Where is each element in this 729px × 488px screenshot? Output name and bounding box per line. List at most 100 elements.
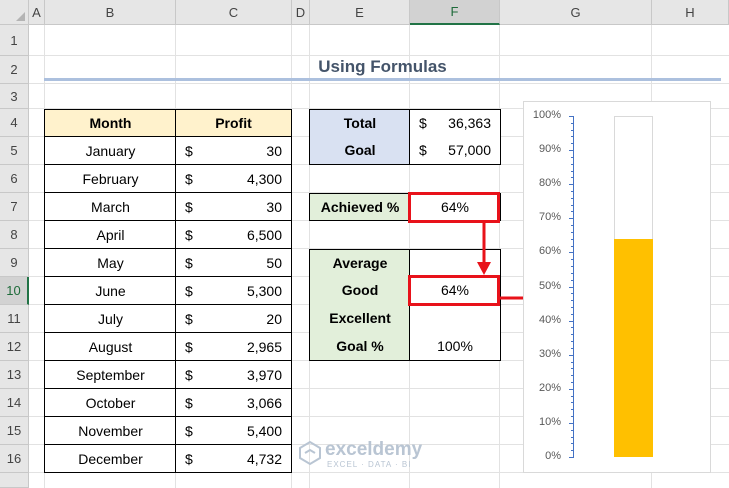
month-header[interactable]: Month bbox=[44, 109, 176, 137]
achieved-label[interactable]: Achieved % bbox=[309, 193, 410, 221]
chart-y-minor-tick bbox=[571, 375, 574, 377]
chart-y-minor-tick bbox=[571, 381, 574, 383]
chart-y-tick bbox=[569, 116, 574, 117]
column-header-c[interactable]: C bbox=[176, 0, 292, 25]
achieved-highlight-box bbox=[408, 192, 500, 223]
profit-cell[interactable]: $4,732 bbox=[175, 444, 292, 473]
month-cell[interactable]: February bbox=[44, 164, 176, 193]
chart-y-minor-tick bbox=[571, 191, 574, 193]
column-header-d[interactable]: D bbox=[292, 0, 310, 25]
column-header-f[interactable]: F bbox=[410, 0, 500, 25]
row-header-1[interactable]: 1 bbox=[0, 25, 29, 56]
sheet-title: Using Formulas bbox=[318, 57, 447, 76]
column-header-e[interactable]: E bbox=[310, 0, 410, 25]
row-header-9[interactable]: 9 bbox=[0, 249, 29, 277]
row-header-16[interactable]: 16 bbox=[0, 445, 29, 473]
excellent-label[interactable]: Excellent bbox=[309, 304, 410, 333]
chart-y-minor-tick bbox=[571, 368, 574, 370]
profit-header[interactable]: Profit bbox=[175, 109, 292, 137]
profit-value: 4,732 bbox=[246, 450, 282, 467]
row-header-4[interactable]: 4 bbox=[0, 109, 29, 137]
goal-label[interactable]: Goal bbox=[309, 136, 410, 165]
row-header-7[interactable]: 7 bbox=[0, 193, 29, 221]
month-cell[interactable]: July bbox=[44, 304, 176, 333]
row-header-10[interactable]: 10 bbox=[0, 277, 29, 305]
chart-y-minor-tick bbox=[571, 136, 574, 138]
chart-y-tick-label: 90% bbox=[538, 143, 561, 156]
profit-currency: $ bbox=[185, 366, 193, 383]
goal-percent-label[interactable]: Goal % bbox=[309, 332, 410, 361]
chart-y-tick-label: 30% bbox=[538, 347, 561, 360]
goal-value-cell[interactable]: $ 57,000 bbox=[409, 136, 501, 165]
profit-cell[interactable]: $5,300 bbox=[175, 276, 292, 305]
chart-y-tick-label: 70% bbox=[538, 211, 561, 224]
row-header-6[interactable]: 6 bbox=[0, 165, 29, 193]
month-cell[interactable]: August bbox=[44, 332, 176, 361]
column-header-g[interactable]: G bbox=[500, 0, 652, 25]
average-label[interactable]: Average bbox=[309, 249, 410, 277]
column-header-h[interactable]: H bbox=[652, 0, 729, 25]
good-label[interactable]: Good bbox=[309, 276, 410, 305]
profit-cell[interactable]: $30 bbox=[175, 136, 292, 165]
profit-cell[interactable]: $6,500 bbox=[175, 220, 292, 249]
profit-currency: $ bbox=[185, 142, 193, 159]
chart-y-tick-label: 100% bbox=[532, 109, 561, 121]
chart-y-minor-tick bbox=[571, 313, 574, 315]
month-cell[interactable]: May bbox=[44, 248, 176, 277]
total-label[interactable]: Total bbox=[309, 109, 410, 137]
profit-value: 20 bbox=[266, 310, 282, 327]
select-all-corner[interactable] bbox=[0, 0, 29, 25]
column-header-b[interactable]: B bbox=[45, 0, 176, 25]
month-cell[interactable]: November bbox=[44, 416, 176, 445]
profit-cell[interactable]: $2,965 bbox=[175, 332, 292, 361]
chart-y-minor-tick bbox=[571, 300, 574, 302]
profit-cell[interactable]: $3,066 bbox=[175, 388, 292, 417]
row-header-8[interactable]: 8 bbox=[0, 221, 29, 249]
profit-cell[interactable]: $3,970 bbox=[175, 360, 292, 389]
watermark-brand: exceldemy bbox=[325, 439, 423, 460]
excellent-value[interactable] bbox=[409, 304, 501, 333]
chart-y-minor-tick bbox=[571, 122, 574, 124]
month-cell[interactable]: January bbox=[44, 136, 176, 165]
column-header-a[interactable]: A bbox=[29, 0, 45, 25]
month-cell[interactable]: September bbox=[44, 360, 176, 389]
row-header-17[interactable] bbox=[0, 473, 29, 488]
row-header-14[interactable]: 14 bbox=[0, 389, 29, 417]
month-cell[interactable]: June bbox=[44, 276, 176, 305]
good-highlight-box bbox=[408, 275, 500, 306]
chart-y-minor-tick bbox=[571, 272, 574, 274]
chart-y-tick-label: 60% bbox=[538, 245, 561, 258]
profit-cell[interactable]: $4,300 bbox=[175, 164, 292, 193]
row-header-3[interactable]: 3 bbox=[0, 84, 29, 109]
chart-y-minor-tick bbox=[571, 306, 574, 308]
profit-cell[interactable]: $5,400 bbox=[175, 416, 292, 445]
profit-currency: $ bbox=[185, 198, 193, 215]
watermark-tagline: EXCEL · DATA · BI bbox=[327, 460, 412, 469]
goal-percent-value[interactable]: 100% bbox=[409, 332, 501, 361]
profit-cell[interactable]: $30 bbox=[175, 192, 292, 221]
row-header-2[interactable]: 2 bbox=[0, 56, 29, 84]
chart-y-minor-tick bbox=[571, 293, 574, 295]
month-cell[interactable]: March bbox=[44, 192, 176, 221]
month-cell[interactable]: April bbox=[44, 220, 176, 249]
profit-currency: $ bbox=[185, 226, 193, 243]
month-cell[interactable]: December bbox=[44, 444, 176, 473]
chart-y-tick bbox=[569, 422, 574, 424]
row-header-12[interactable]: 12 bbox=[0, 333, 29, 361]
sheet-title-cell[interactable]: Using Formulas bbox=[44, 56, 721, 81]
chart-y-tick-label: 20% bbox=[538, 381, 561, 394]
exceldemy-logo-icon bbox=[299, 440, 321, 466]
total-value-cell[interactable]: $ 36,363 bbox=[409, 109, 501, 137]
row-header-11[interactable]: 11 bbox=[0, 305, 29, 333]
chart-y-minor-tick bbox=[571, 279, 574, 281]
row-header-15[interactable]: 15 bbox=[0, 417, 29, 445]
chart-y-tick bbox=[569, 218, 574, 220]
chart-y-tick bbox=[569, 388, 574, 390]
month-cell[interactable]: October bbox=[44, 388, 176, 417]
profit-cell[interactable]: $50 bbox=[175, 248, 292, 277]
profit-value: 50 bbox=[266, 254, 282, 271]
average-value[interactable] bbox=[409, 249, 501, 277]
row-header-5[interactable]: 5 bbox=[0, 137, 29, 165]
row-header-13[interactable]: 13 bbox=[0, 361, 29, 389]
profit-cell[interactable]: $20 bbox=[175, 304, 292, 333]
